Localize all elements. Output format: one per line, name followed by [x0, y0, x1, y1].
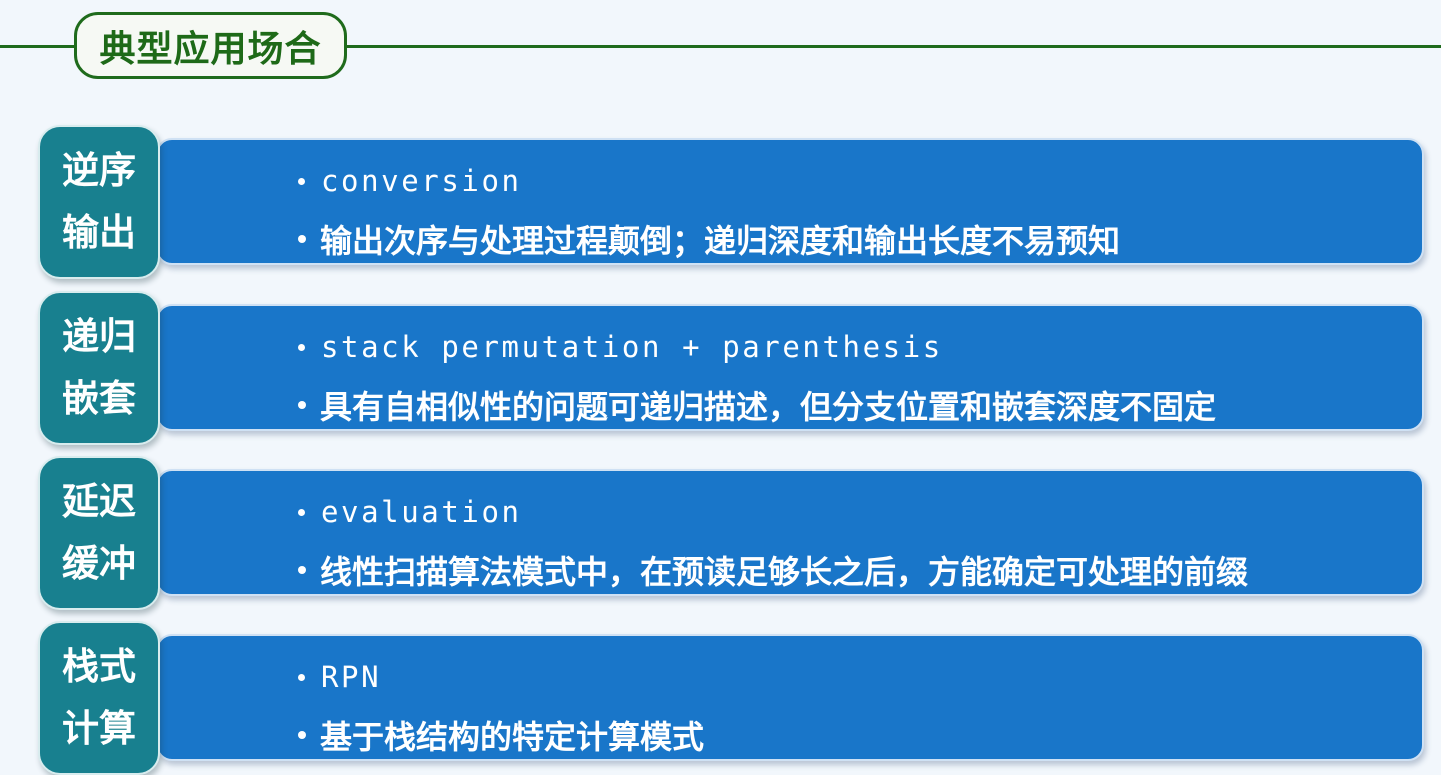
row-content-box: stack permutation + parenthesis 具有自相似性的问…	[156, 304, 1424, 431]
bullet-icon	[298, 508, 305, 516]
description-line: 基于栈结构的特定计算模式	[298, 712, 704, 758]
keyword-text: RPN	[321, 660, 382, 694]
keyword-line: RPN	[298, 660, 381, 694]
description-text: 基于栈结构的特定计算模式	[320, 718, 705, 756]
application-row: evaluation 线性扫描算法模式中，在预读足够长之后，方能确定可处理的前缀…	[38, 456, 1426, 610]
keyword-text: conversion	[321, 164, 522, 198]
row-content-box: conversion 输出次序与处理过程颠倒；递归深度和输出长度不易预知	[156, 138, 1424, 265]
tag-line-1: 栈式	[62, 645, 136, 688]
keyword-line: stack permutation + parenthesis	[298, 330, 943, 364]
row-tag: 递归 嵌套	[38, 291, 160, 445]
row-content-box: RPN 基于栈结构的特定计算模式	[156, 634, 1424, 761]
tag-line-2: 嵌套	[62, 377, 136, 420]
row-content-box: evaluation 线性扫描算法模式中，在预读足够长之后，方能确定可处理的前缀	[156, 469, 1424, 596]
bullet-icon	[298, 731, 306, 739]
description-text: 输出次序与处理过程颠倒；递归深度和输出长度不易预知	[320, 222, 1121, 260]
title-box: 典型应用场合	[74, 12, 347, 79]
tag-line-2: 缓冲	[62, 542, 136, 585]
bullet-icon	[298, 566, 306, 574]
tag-line-1: 延迟	[62, 480, 136, 523]
tag-line-1: 递归	[62, 315, 136, 358]
keyword-line: conversion	[298, 164, 522, 198]
keyword-line: evaluation	[298, 495, 522, 529]
keyword-text: evaluation	[321, 495, 522, 529]
description-text: 具有自相似性的问题可递归描述，但分支位置和嵌套深度不固定	[320, 388, 1217, 426]
description-line: 具有自相似性的问题可递归描述，但分支位置和嵌套深度不固定	[298, 382, 1216, 428]
description-line: 输出次序与处理过程颠倒；递归深度和输出长度不易预知	[298, 216, 1120, 262]
description-text: 线性扫描算法模式中，在预读足够长之后，方能确定可处理的前缀	[320, 553, 1249, 591]
tag-line-2: 输出	[62, 211, 136, 254]
row-tag: 栈式 计算	[38, 621, 160, 775]
description-line: 线性扫描算法模式中，在预读足够长之后，方能确定可处理的前缀	[298, 547, 1248, 593]
bullet-icon	[298, 343, 305, 351]
bullet-icon	[298, 401, 306, 409]
tag-line-2: 计算	[62, 707, 136, 750]
bullet-icon	[298, 235, 306, 243]
row-tag: 逆序 输出	[38, 125, 160, 279]
application-row: stack permutation + parenthesis 具有自相似性的问…	[38, 291, 1426, 445]
application-row: RPN 基于栈结构的特定计算模式 栈式 计算	[38, 621, 1426, 775]
bullet-icon	[298, 177, 305, 185]
application-row: conversion 输出次序与处理过程颠倒；递归深度和输出长度不易预知 逆序 …	[38, 125, 1426, 279]
row-tag: 延迟 缓冲	[38, 456, 160, 610]
keyword-text: stack permutation + parenthesis	[321, 330, 943, 364]
bullet-icon	[298, 673, 305, 681]
tag-line-1: 逆序	[62, 149, 136, 192]
page-title: 典型应用场合	[99, 28, 322, 70]
